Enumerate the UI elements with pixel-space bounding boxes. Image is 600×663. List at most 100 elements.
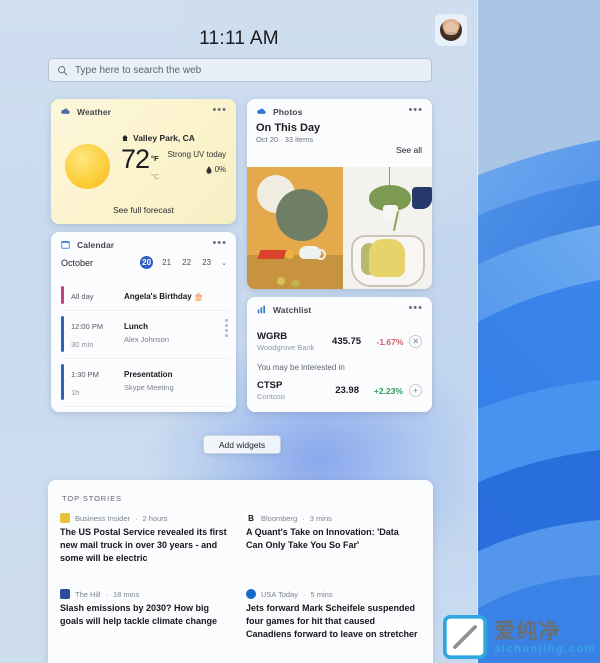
watchlist-suggestion-note: You may be interested in [257,363,345,372]
news-headline[interactable]: Jets forward Mark Scheifele suspended fo… [246,602,418,641]
calendar-event-row[interactable]: 6:00 PM 3h Studio Time Conf Rm 32/35 [61,406,228,412]
news-source: Business Insider [75,513,131,523]
calendar-icon [61,241,70,249]
news-source: The Hill [75,589,101,599]
search-input[interactable]: Type here to search the web [48,58,432,82]
event-time: 1:30 PM [71,370,99,379]
news-time: 18 mins [112,589,140,599]
clock: 11:11 AM [199,28,279,49]
photos-meta: Oct 20 · 33 items [256,135,314,144]
photo-thumbnail-still-life[interactable] [247,167,343,289]
watchlist-add-button[interactable]: + [409,384,422,397]
photo-thumbnail-interior[interactable] [343,167,432,289]
bloomberg-logo-icon: B [246,513,256,523]
event-color-bar [61,286,64,304]
widget-calendar[interactable]: Calendar ••• October 20 21 22 23 ⌄ All d… [51,232,236,412]
photos-more-button[interactable]: ••• [408,105,423,116]
weather-see-full-forecast-link[interactable]: See full forecast [51,205,236,215]
calendar-event-row[interactable]: All day Angela's Birthday 🎂 [61,281,228,310]
photos-subheader: On This Day Oct 20 · 33 items [247,119,432,144]
calendar-event-row[interactable]: 12:00 PM 30 min Lunch Alex Johnson [61,310,228,358]
watchlist-company: Woodgrove Bank [257,343,315,352]
watchlist-more-button[interactable]: ••• [408,303,423,314]
news-separator: · [135,513,138,523]
watchlist-change: -1.67% [376,336,404,347]
watchlist-ticker-block: WGRB Woodgrove Bank [257,331,332,352]
news-story[interactable]: Business Insider · 2 hours The US Postal… [60,513,232,565]
watchlist-price: 23.98 [335,385,359,396]
calendar-month-label: October [61,257,94,268]
event-time: 12:00 PM [71,322,104,331]
weather-cloud-icon [61,108,70,114]
watermark-text: 爱纯净 aichunjing.com [494,620,596,655]
news-headline[interactable]: Slash emissions by 2030? How big goals w… [60,602,232,628]
news-story[interactable]: USA Today · 5 mins Jets forward Mark Sch… [246,589,418,641]
photo-yellow-cushion [369,239,405,277]
calendar-event-list: All day Angela's Birthday 🎂 12:00 PM 30 … [61,281,228,412]
calendar-widget-header: Calendar ••• [51,232,236,252]
event-detail-block: Presentation Skype Meeting [124,364,228,400]
news-grid: Business Insider · 2 hours The US Postal… [48,503,433,651]
desktop: 11:11 AM Type here to search the web Wea… [0,0,600,663]
news-time: 3 mins [309,513,332,523]
watchlist-row[interactable]: CTSP Contoso 23.98 +2.23% + [247,376,432,403]
weather-more-button[interactable]: ••• [212,105,227,116]
event-time-block: 12:00 PM 30 min [71,316,117,352]
news-story[interactable]: B Bloomberg · 3 mins A Quant's Take on I… [246,513,418,565]
watermark-domain: aichunjing.com [494,642,596,655]
site-watermark: 爱纯净 aichunjing.com [443,615,596,659]
event-duration: 30 min [71,340,94,349]
search-placeholder: Type here to search the web [75,64,202,76]
add-widgets-button[interactable]: Add widgets [203,435,281,454]
news-separator: · [302,589,306,599]
calendar-day-22[interactable]: 22 [180,258,193,267]
watchlist-row[interactable]: WGRB Woodgrove Bank 435.75 -1.67% ✕ [247,327,432,354]
news-headline[interactable]: A Quant's Take on Innovation: 'Data Can … [246,526,418,552]
weather-unit-celsius[interactable]: °C [151,172,159,181]
widget-watchlist[interactable]: Watchlist ••• WGRB Woodgrove Bank 435.75… [247,297,432,412]
photo-teapot [299,246,326,260]
chart-bars-icon [257,305,266,314]
usa-today-logo-icon [246,589,256,599]
weather-conditions: Strong UV today 0% [167,150,226,174]
watchlist-remove-button[interactable]: ✕ [409,335,422,348]
event-detail: Skype Meeting [124,383,174,392]
news-feed-card: TOP STORIES Business Insider · 2 hours T… [48,480,433,663]
widget-photos[interactable]: Photos ••• On This Day Oct 20 · 33 items… [247,99,432,289]
widget-weather[interactable]: Weather ••• Valley Park, CA 72 °F °C Str… [51,99,236,224]
watchlist-change: +2.23% [373,385,403,396]
business-insider-logo-icon [60,513,70,523]
photo-red-cloth [257,250,287,259]
event-name: Angela's Birthday 🎂 [124,292,204,301]
weather-location: Valley Park, CA [133,133,195,143]
calendar-widget-title: Calendar [77,239,115,250]
news-headline[interactable]: The US Postal Service revealed its first… [60,526,232,565]
calendar-day-20[interactable]: 20 [140,256,154,269]
news-source: USA Today [261,589,298,599]
calendar-day-23[interactable]: 23 [200,258,213,267]
calendar-more-button[interactable]: ••• [212,238,227,249]
photos-cloud-icon [257,108,266,114]
watchlist-company: Contoso [257,392,285,401]
weather-temperature: 72 [121,144,150,174]
news-story[interactable]: The Hill · 18 mins Slash emissions by 20… [60,589,232,641]
news-source-row: The Hill · 18 mins [60,589,232,599]
weather-widget-title: Weather [77,106,112,117]
photos-widget-title: Photos [273,106,303,117]
photo-fruit-2 [277,277,285,285]
photos-see-all-link[interactable]: See all [396,145,422,155]
weather-unit-fahrenheit[interactable]: °F [151,154,159,163]
event-detail-block: Angela's Birthday 🎂 [124,286,228,304]
account-avatar-button[interactable] [435,14,467,46]
watchlist-widget-title: Watchlist [273,304,312,315]
weather-precipitation: 0% [214,165,227,174]
calendar-event-row[interactable]: 1:30 PM 1h Presentation Skype Meeting [61,358,228,406]
calendar-day-21[interactable]: 21 [160,258,173,267]
photos-collage[interactable] [247,167,432,289]
chevron-down-icon[interactable]: ⌄ [221,259,227,267]
weather-unit-toggle[interactable]: °F °C [151,148,159,184]
weather-widget-header: Weather ••• [51,99,236,119]
avatar [440,19,462,41]
event-scroll-handle[interactable] [225,319,228,337]
news-source-row: USA Today · 5 mins [246,589,418,599]
